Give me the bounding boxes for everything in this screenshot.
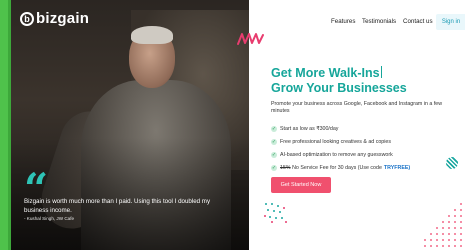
check-icon: ✓ bbox=[271, 165, 277, 171]
hero-subheading: Promote your business across Google, Fac… bbox=[271, 101, 443, 114]
promo-code: TRYFREE) bbox=[383, 165, 411, 171]
landing-page: b bizgain “ Bizgain is worth much more t… bbox=[0, 0, 465, 250]
decorative-squiggle-icon bbox=[237, 33, 264, 45]
brand-name: bizgain bbox=[36, 10, 90, 27]
nav-contact[interactable]: Contact us bbox=[403, 18, 433, 25]
text-caret bbox=[380, 66, 382, 78]
b-logo-icon: b bbox=[20, 11, 34, 26]
strikethrough-fee: 15% bbox=[280, 165, 291, 171]
get-started-button[interactable]: Get Started Now bbox=[271, 177, 331, 193]
feature-item: ✓ Start as low as ₹300/day bbox=[271, 126, 339, 132]
hero-heading-line1: Get More Walk-Ins bbox=[271, 66, 380, 80]
hero-heading-line2: Grow Your Businesses bbox=[271, 81, 407, 95]
feature-item: ✓ 15% No Service Fee for 30 days (Use co… bbox=[271, 165, 411, 171]
feature-item: ✓ AI-based optimization to remove any gu… bbox=[271, 152, 393, 158]
nav-features[interactable]: Features bbox=[331, 18, 355, 25]
check-icon: ✓ bbox=[271, 152, 277, 158]
decorative-circle-icon bbox=[446, 157, 458, 169]
nav-testimonials[interactable]: Testimonials bbox=[362, 18, 396, 25]
brand-logo[interactable]: b bizgain bbox=[20, 10, 89, 27]
left-green-border bbox=[0, 0, 8, 250]
check-icon: ✓ bbox=[271, 139, 277, 145]
check-icon: ✓ bbox=[271, 126, 277, 132]
decorative-pink-dots-icon bbox=[424, 203, 462, 247]
hero-heading: Get More Walk-Ins Grow Your Businesses bbox=[271, 66, 407, 96]
decorative-dots-icon bbox=[264, 203, 287, 223]
signin-button[interactable]: Sign in bbox=[436, 14, 465, 30]
testimonial-author: - Kushal Singh, JW Cafe bbox=[24, 216, 75, 221]
testimonial-text: Bizgain is worth much more than I paid. … bbox=[24, 198, 211, 214]
feature-item: ✓ Free professional looking creatives & … bbox=[271, 139, 391, 145]
